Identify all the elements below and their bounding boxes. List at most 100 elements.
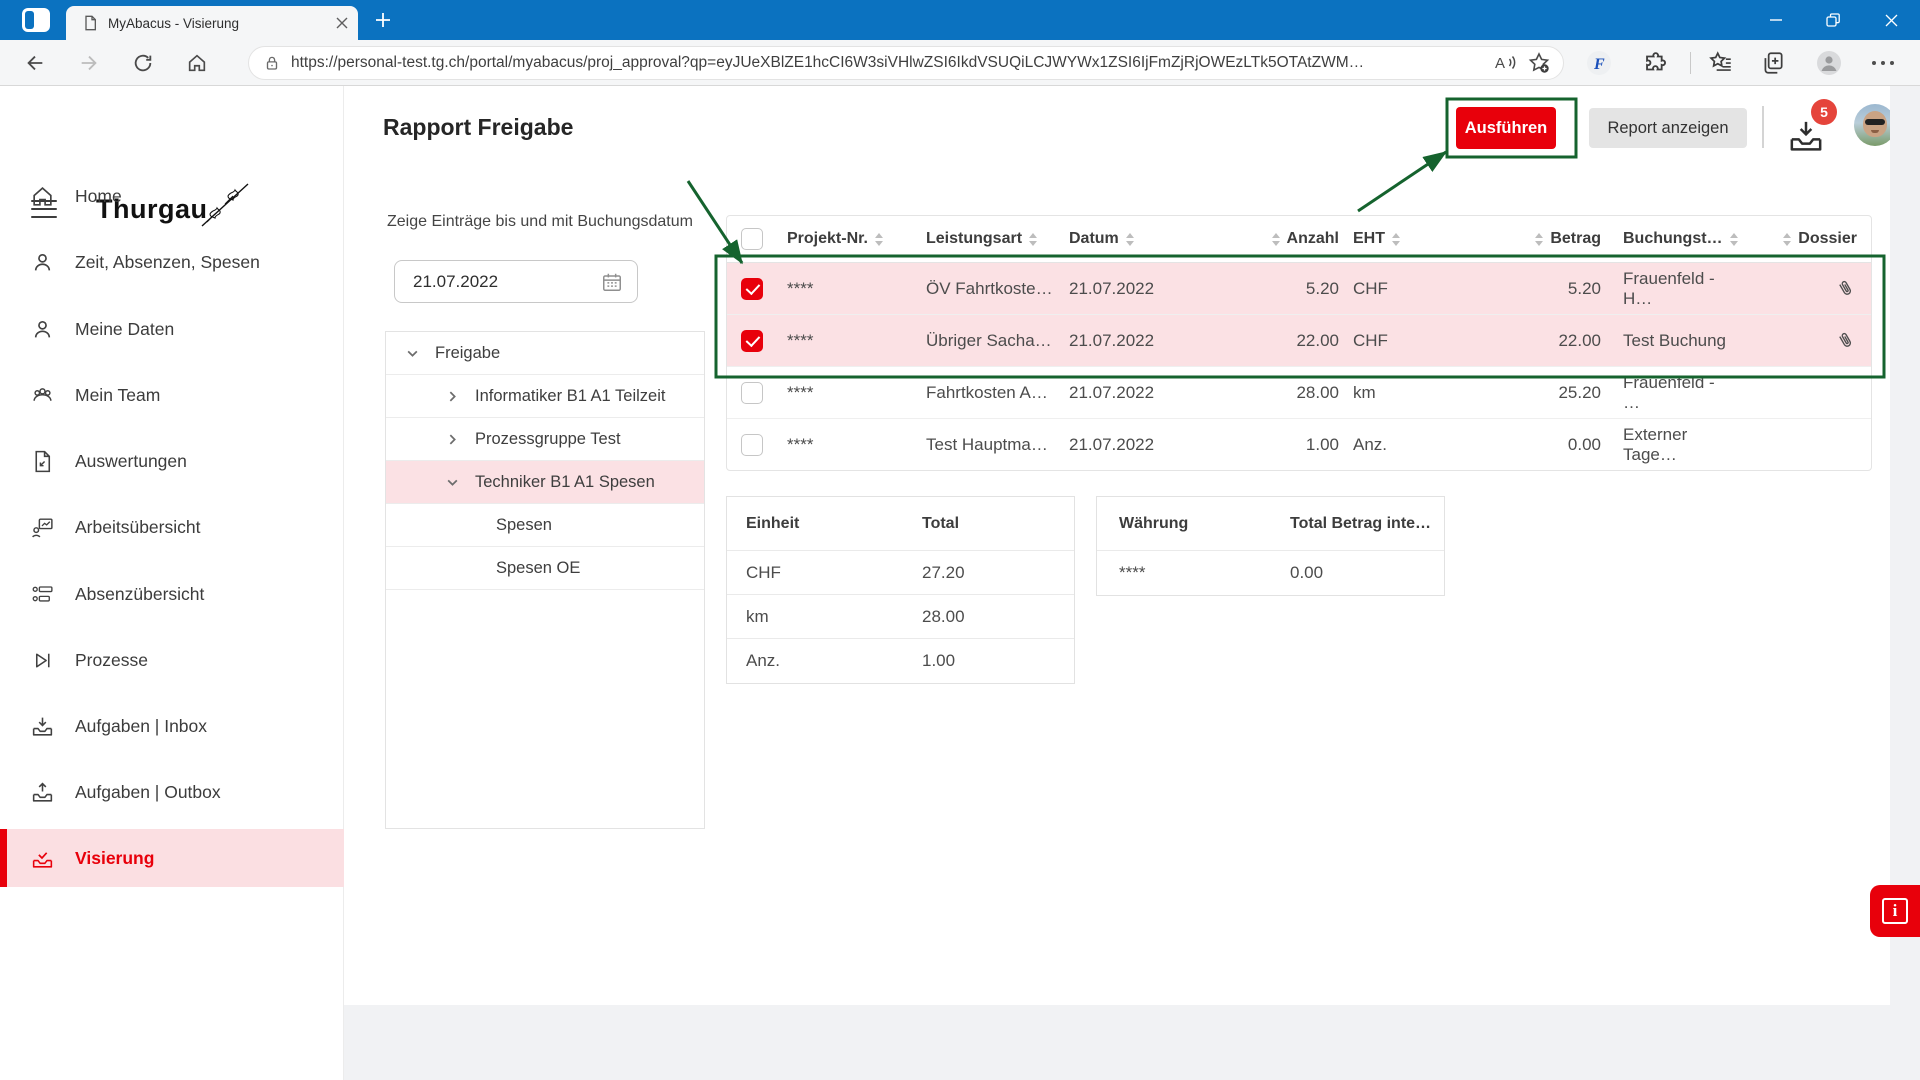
tree-item-techniker[interactable]: Techniker B1 A1 Spesen xyxy=(386,461,704,504)
sidebar-item-label: Aufgaben | Outbox xyxy=(75,781,221,802)
add-favorite-icon[interactable] xyxy=(1527,51,1551,75)
address-bar[interactable]: https://personal-test.tg.ch/portal/myaba… xyxy=(248,46,1564,80)
info-button[interactable]: i xyxy=(1870,885,1920,937)
totals-by-currency-table: Währung Total Betrag inte… **** 0.00 xyxy=(1096,496,1445,596)
sidebar-item-mein-team[interactable]: Mein Team xyxy=(0,370,344,420)
sort-icon[interactable] xyxy=(1783,232,1792,246)
extensions-puzzle-icon[interactable] xyxy=(1640,50,1666,76)
sidebar-item-label: Mein Team xyxy=(75,384,161,405)
col-leistungsart[interactable]: Leistungsart xyxy=(926,230,1022,248)
profile-icon[interactable] xyxy=(1816,50,1842,76)
col-total-betrag: Total Betrag inte… xyxy=(1290,514,1432,532)
sidebar-item-aufgaben-inbox[interactable]: Aufgaben | Inbox xyxy=(0,701,344,751)
browser-tab[interactable]: MyAbacus - Visierung xyxy=(66,6,358,40)
process-icon xyxy=(35,652,50,668)
table-row[interactable]: **** Fahrtkosten A… 21.07.2022 28.00 km … xyxy=(727,367,1871,419)
toolbar-divider xyxy=(1690,52,1691,74)
sort-icon[interactable] xyxy=(874,232,883,246)
sidebar-item-home[interactable]: Home xyxy=(0,171,344,221)
tree-item-spesen-oe[interactable]: Spesen OE xyxy=(386,547,704,590)
totals-row: Anz. 1.00 xyxy=(746,651,956,670)
report-anzeigen-button[interactable]: Report anzeigen xyxy=(1589,108,1747,148)
sort-icon[interactable] xyxy=(1535,232,1544,246)
tree-item-freigabe[interactable]: Freigabe xyxy=(386,332,704,375)
col-datum[interactable]: Datum xyxy=(1069,230,1119,248)
settings-menu-icon[interactable] xyxy=(1872,60,1898,66)
row-checkbox[interactable] xyxy=(741,434,763,456)
absence-overview-icon xyxy=(32,585,53,602)
row-checkbox[interactable] xyxy=(741,329,763,352)
sidebar-item-arbeitsuebersicht[interactable]: Arbeitsübersicht xyxy=(0,502,344,552)
sidebar-item-zeit-absenzen-spesen[interactable]: Zeit, Absenzen, Spesen xyxy=(0,237,344,287)
page-bottom-area xyxy=(344,1005,1920,1080)
sort-icon[interactable] xyxy=(1125,232,1134,246)
read-aloud-icon[interactable]: A xyxy=(1493,51,1517,75)
sidebar-item-aufgaben-outbox[interactable]: Aufgaben | Outbox xyxy=(0,767,344,817)
maximize-button[interactable] xyxy=(1811,0,1855,40)
chevron-right-icon xyxy=(449,391,456,401)
annotation-arrow-ausfuehren xyxy=(1357,150,1448,213)
svg-text:A: A xyxy=(1495,55,1505,72)
url-text[interactable]: https://personal-test.tg.ch/portal/myaba… xyxy=(291,54,1483,72)
sidebar-item-absenzuebersicht[interactable]: Absenzübersicht xyxy=(0,569,344,619)
table-row[interactable]: **** ÖV Fahrtkoste… 21.07.2022 5.20 CHF … xyxy=(727,263,1871,315)
totals-row: km 28.00 xyxy=(727,595,1074,639)
booking-date-input[interactable] xyxy=(413,271,601,292)
lock-icon[interactable] xyxy=(263,53,281,73)
paperclip-icon[interactable] xyxy=(1835,278,1857,300)
booking-date-field[interactable] xyxy=(394,260,638,303)
calendar-icon[interactable] xyxy=(601,271,623,293)
minimize-button[interactable] xyxy=(1754,0,1798,40)
tab-title: MyAbacus - Visierung xyxy=(108,15,240,31)
inbox-tray-icon xyxy=(32,717,53,736)
row-checkbox[interactable] xyxy=(741,277,763,300)
home-icon[interactable] xyxy=(186,52,208,74)
table-row[interactable]: **** Test Hauptma… 21.07.2022 1.00 Anz. … xyxy=(727,419,1871,471)
new-tab-icon[interactable] xyxy=(374,11,392,29)
col-anzahl[interactable]: Anzahl xyxy=(1287,230,1339,248)
refresh-icon[interactable] xyxy=(132,52,154,74)
sort-icon[interactable] xyxy=(1271,232,1280,246)
col-dossier[interactable]: Dossier xyxy=(1798,230,1857,248)
f-extension-icon[interactable]: F xyxy=(1586,50,1612,76)
tree-item-informatiker[interactable]: Informatiker B1 A1 Teilzeit xyxy=(386,375,704,418)
sidebar-item-meine-daten[interactable]: Meine Daten xyxy=(0,304,344,354)
workspaces-icon[interactable] xyxy=(22,8,50,32)
tab-close-icon[interactable] xyxy=(336,17,348,29)
totals-row: CHF 27.20 xyxy=(727,551,1074,595)
notification-badge: 5 xyxy=(1811,99,1837,125)
col-einheit: Einheit xyxy=(746,514,800,532)
favorites-list-icon[interactable] xyxy=(1708,50,1734,76)
team-icon xyxy=(33,387,52,401)
sidebar-item-visierung[interactable]: Visierung xyxy=(0,829,344,887)
col-buchungstext[interactable]: Buchungst… xyxy=(1623,230,1723,248)
sort-icon[interactable] xyxy=(1392,232,1400,246)
row-checkbox[interactable] xyxy=(741,381,763,404)
tree-item-spesen[interactable]: Spesen xyxy=(386,504,704,547)
report-document-icon xyxy=(35,450,51,472)
sort-icon[interactable] xyxy=(1029,232,1038,246)
sidebar-item-auswertungen[interactable]: Auswertungen xyxy=(0,436,344,486)
chevron-down-icon xyxy=(407,350,418,357)
col-eht[interactable]: EHT xyxy=(1353,230,1385,248)
collections-icon[interactable] xyxy=(1760,50,1786,76)
svg-text:F: F xyxy=(1593,56,1605,73)
col-waehrung: Währung xyxy=(1119,514,1189,532)
person-icon xyxy=(34,320,51,337)
table-row[interactable]: **** Übriger Sacha… 21.07.2022 22.00 CHF… xyxy=(727,315,1871,367)
col-betrag[interactable]: Betrag xyxy=(1550,230,1601,248)
close-button[interactable] xyxy=(1869,0,1913,40)
paperclip-icon[interactable] xyxy=(1835,330,1857,352)
tree-item-prozessgruppe[interactable]: Prozessgruppe Test xyxy=(386,418,704,461)
select-all-checkbox[interactable] xyxy=(741,228,763,250)
sidebar-item-label: Zeit, Absenzen, Spesen xyxy=(75,251,260,272)
booking-date-label: Zeige Einträge bis und mit Buchungsdatum xyxy=(387,213,693,230)
header-divider xyxy=(1762,106,1764,148)
forward-icon[interactable] xyxy=(78,52,100,74)
back-icon[interactable] xyxy=(24,52,46,74)
ausfuehren-button[interactable]: Ausführen xyxy=(1456,107,1556,149)
col-total: Total xyxy=(921,514,960,532)
sidebar-item-prozesse[interactable]: Prozesse xyxy=(0,635,344,685)
col-projekt-nr[interactable]: Projekt-Nr. xyxy=(787,230,868,248)
table-header-row: Projekt-Nr. Leistungsart Datum Anzahl EH… xyxy=(727,216,1871,263)
